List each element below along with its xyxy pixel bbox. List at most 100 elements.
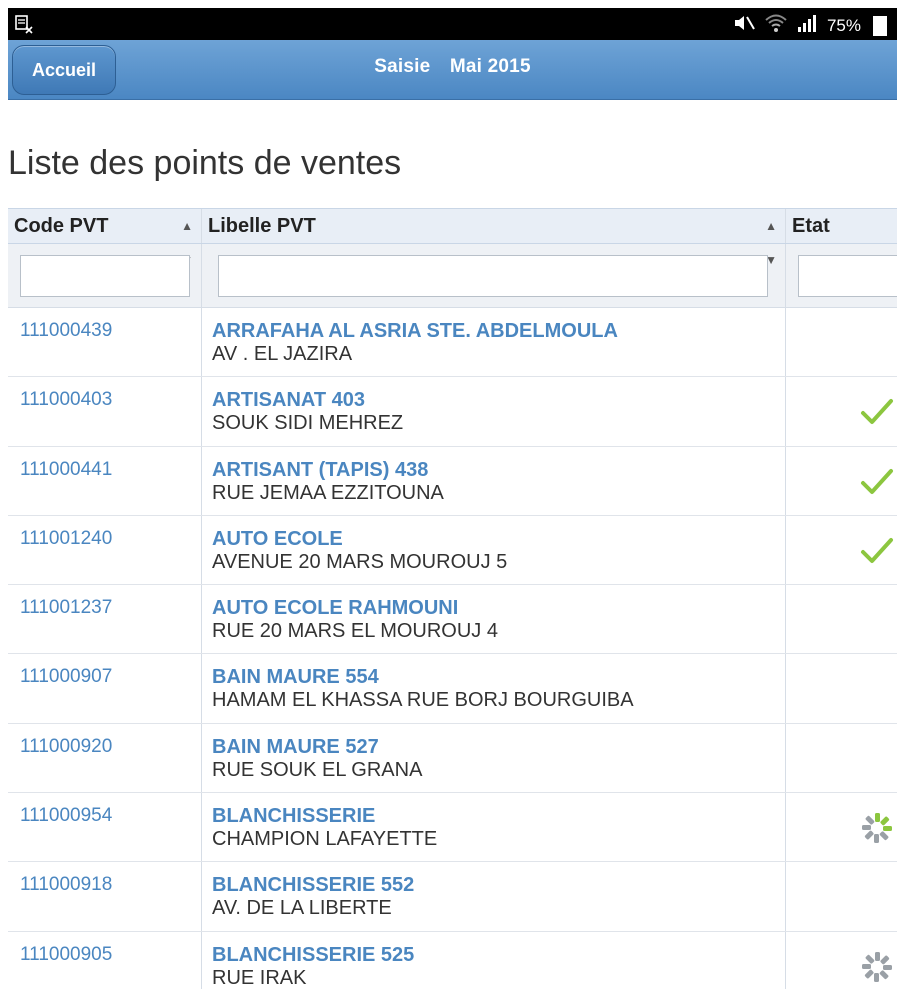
pvt-name-link[interactable]: BLANCHISSERIE 552 [212,874,414,897]
pvt-name-link[interactable]: BAIN MAURE 527 [212,736,379,759]
filter-libelle-input[interactable] [218,255,768,297]
filter-cell-code [8,244,202,307]
table-row[interactable]: 111000907 BAIN MAURE 554 HAMAM EL KHASSA… [8,654,897,724]
app-header: Accueil Saisie Mai 2015 [8,40,897,100]
libelle-cell: AUTO ECOLE AVENUE 20 MARS MOUROUJ 5 [202,515,786,585]
filter-row [8,244,897,308]
column-header-code-label: Code PVT [14,215,109,237]
code-cell: 111000918 [8,862,202,931]
header-mode: Saisie [374,56,431,77]
pvt-address: RUE SOUK EL GRANA [212,758,423,781]
etat-cell [786,793,897,861]
pvt-address: RUE IRAK [212,966,307,989]
libelle-cell: BLANCHISSERIE 525 RUE IRAK [202,931,786,989]
code-link[interactable]: 111000918 [20,874,112,896]
pvt-address: RUE JEMAA EZZITOUNA [212,481,444,504]
etat-cell [786,932,897,989]
code-cell: 111000439 [8,308,202,377]
code-cell: 111000907 [8,654,202,723]
mute-icon [733,13,755,38]
pvt-address: SOUK SIDI MEHREZ [212,412,404,435]
pvt-name-link[interactable]: AUTO ECOLE [212,528,343,551]
etat-cell [786,308,897,376]
code-cell: 111000905 [8,931,202,989]
table-header: Code PVT ▲▼ Libelle PVT ▲▼ Etat [8,208,897,267]
etat-cell [786,862,897,930]
etat-cell [786,654,897,722]
code-cell: 111001240 [8,515,202,585]
column-header-libelle-label: Libelle PVT [208,215,316,237]
pvt-address: HAMAM EL KHASSA RUE BORJ BOURGUIBA [212,689,634,712]
code-link[interactable]: 111000905 [20,944,112,966]
notification-icon [14,14,34,39]
libelle-cell: AUTO ECOLE RAHMOUNI RUE 20 MARS EL MOURO… [202,585,786,654]
table-row[interactable]: 111000441 ARTISANT (TAPIS) 438 RUE JEMAA… [8,446,897,516]
pvt-name-link[interactable]: BLANCHISSERIE 525 [212,944,414,967]
libelle-cell: ARRAFAHA AL ASRIA STE. ABDELMOULA AV . E… [202,308,786,377]
etat-cell [786,724,897,792]
libelle-cell: BAIN MAURE 527 RUE SOUK EL GRANA [202,723,786,793]
filter-code-input[interactable] [20,255,190,297]
libelle-cell: BAIN MAURE 554 HAMAM EL KHASSA RUE BORJ … [202,654,786,723]
code-cell: 111000403 [8,377,202,446]
libelle-cell: BLANCHISSERIE CHAMPION LAFAYETTE [202,793,786,862]
pvt-address: AV . EL JAZIRA [212,343,353,365]
filter-cell-etat [786,244,897,307]
signal-icon [797,13,817,38]
libelle-cell: ARTISANAT 403 SOUK SIDI MEHREZ [202,377,786,446]
pvt-address: CHAMPION LAFAYETTE [212,828,438,851]
check-icon [860,465,894,504]
table-row[interactable]: 111000918 BLANCHISSERIE 552 AV. DE LA LI… [8,862,897,932]
header-title: Saisie Mai 2015 [8,56,897,78]
pvt-name-link[interactable]: BLANCHISSERIE [212,805,375,828]
column-header-etat-label: Etat [792,215,830,237]
code-link[interactable]: 111000439 [20,320,112,342]
code-link[interactable]: 111001240 [20,528,112,550]
pvt-name-link[interactable]: ARTISANAT 403 [212,389,365,412]
table-row[interactable]: 111001237 AUTO ECOLE RAHMOUNI RUE 20 MAR… [8,585,897,655]
check-icon [860,395,894,434]
libelle-cell: BLANCHISSERIE 552 AV. DE LA LIBERTE [202,862,786,931]
code-cell: 111000441 [8,446,202,515]
wifi-icon [765,13,787,38]
pvt-name-link[interactable]: ARTISANT (TAPIS) 438 [212,459,428,482]
points-de-vente-table: Code PVT ▲▼ Libelle PVT ▲▼ Etat 11100043… [8,208,897,989]
pending-icon [860,950,894,989]
battery-label: 75% [826,15,861,35]
filter-cell-libelle [202,244,786,307]
column-header-etat[interactable]: Etat [786,209,897,243]
check-icon [860,534,894,573]
table-row[interactable]: 111000905 BLANCHISSERIE 525 RUE IRAK [8,931,897,989]
code-link[interactable]: 111000954 [20,805,112,827]
table-row[interactable]: 111000920 BAIN MAURE 527 RUE SOUK EL GRA… [8,723,897,794]
code-link[interactable]: 111000403 [20,389,112,411]
code-link[interactable]: 111000907 [20,666,112,688]
code-cell: 111000920 [8,723,202,793]
header-period: Mai 2015 [449,56,531,77]
page-title: Liste des points de ventes [8,144,402,182]
pending-icon [860,811,894,850]
table-row[interactable]: 111000403 ARTISANAT 403 SOUK SIDI MEHREZ [8,377,897,447]
pvt-address: AVENUE 20 MARS MOUROUJ 5 [212,550,508,573]
pvt-address: AV. DE LA LIBERTE [212,897,392,920]
table-body: 111000439 ARRAFAHA AL ASRIA STE. ABDELMO… [8,308,897,989]
code-link[interactable]: 111000920 [20,736,112,758]
column-header-libelle[interactable]: Libelle PVT ▲ ▼ [202,209,786,267]
table-row[interactable]: 111001240 AUTO ECOLE AVENUE 20 MARS MOUR… [8,515,897,586]
battery-icon [873,15,887,36]
column-header-code[interactable]: Code PVT ▲▼ [8,209,202,267]
pvt-name-link[interactable]: BAIN MAURE 554 [212,666,379,689]
code-cell: 111000954 [8,793,202,862]
pvt-name-link[interactable]: AUTO ECOLE RAHMOUNI [212,597,458,620]
filter-etat-input[interactable] [798,255,897,297]
etat-cell [786,516,897,584]
table-row[interactable]: 111000439 ARRAFAHA AL ASRIA STE. ABDELMO… [8,308,897,378]
pvt-name-link[interactable]: ARRAFAHA AL ASRIA STE. ABDELMOULA [212,320,618,343]
libelle-cell: ARTISANT (TAPIS) 438 RUE JEMAA EZZITOUNA [202,446,786,515]
code-link[interactable]: 111001237 [20,597,112,619]
code-cell: 111001237 [8,585,202,654]
etat-cell [786,585,897,653]
pvt-address: RUE 20 MARS EL MOUROUJ 4 [212,620,498,643]
table-row[interactable]: 111000954 BLANCHISSERIE CHAMPION LAFAYET… [8,793,897,863]
code-link[interactable]: 111000441 [20,459,112,481]
